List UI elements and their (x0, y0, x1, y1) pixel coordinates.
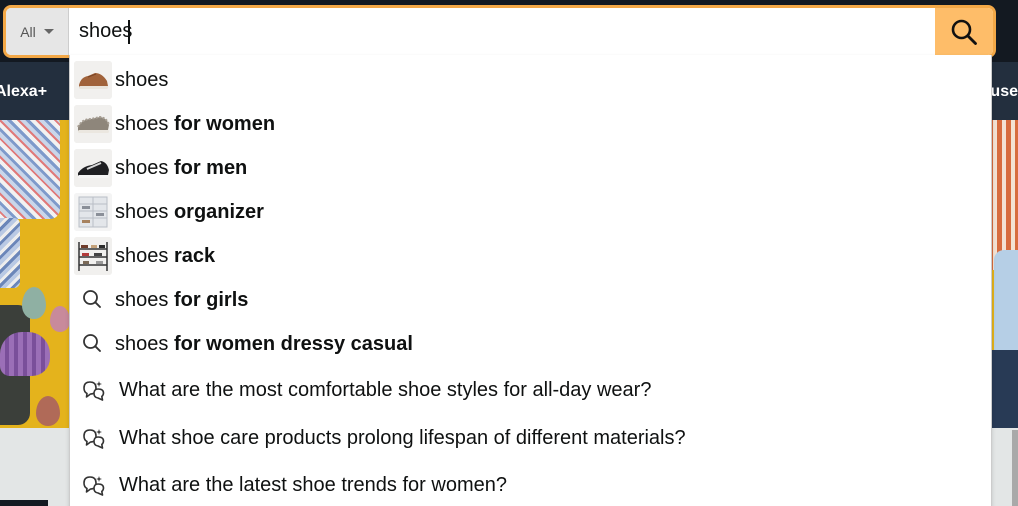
brown-sneaker-thumbnail (74, 61, 112, 99)
suggestion-text: shoes for men (115, 157, 248, 179)
suggestion-item[interactable]: shoes for women dressy casual (70, 322, 991, 366)
search-input[interactable] (79, 8, 931, 55)
suggestion-text: shoes for girls (115, 289, 249, 311)
search-submit-button[interactable] (935, 8, 993, 55)
plaid-fabric-image (0, 218, 20, 288)
text-cursor (128, 20, 130, 44)
content-strip (0, 500, 48, 506)
ai-question-item[interactable]: What are the latest shoe trends for wome… (70, 462, 991, 506)
ai-question-item[interactable]: What are the most comfortable shoe style… (70, 366, 991, 414)
suggestion-item[interactable]: shoes for women (70, 102, 991, 146)
suggestion-item[interactable]: shoes for girls (70, 278, 991, 322)
suggestion-text: shoes for women dressy casual (115, 333, 413, 355)
suggestion-text: shoes rack (115, 245, 216, 267)
search-field (69, 8, 935, 55)
ai-question-text: What are the most comfortable shoe style… (119, 379, 652, 401)
search-icon (82, 333, 102, 353)
ai-chat-icon (82, 474, 106, 496)
nav-item-alexa-plus[interactable]: Alexa+ (0, 82, 47, 102)
search-suggestions: shoes shoes for women shoes for men shoe… (69, 55, 992, 506)
black-sneaker-thumbnail (74, 149, 112, 187)
purple-shoe-image (0, 332, 50, 376)
search-icon (82, 289, 102, 309)
search-icon (951, 19, 977, 45)
ai-question-text: What are the latest shoe trends for wome… (119, 474, 507, 496)
suggestion-text: shoes for women (115, 113, 276, 135)
dark-clothing-image (992, 350, 1018, 428)
department-dropdown[interactable]: All (6, 8, 69, 55)
suggestion-item[interactable]: shoes rack (70, 234, 991, 278)
department-label: All (20, 23, 36, 40)
suggestion-text: shoes (115, 69, 169, 91)
ai-question-item[interactable]: What shoe care products prolong lifespan… (70, 414, 991, 462)
striped-shirt-image (988, 120, 1018, 270)
search-bar: All (3, 5, 996, 58)
content-card-edge (1012, 430, 1018, 506)
suggestion-item[interactable]: shoes organizer (70, 190, 991, 234)
ai-chat-icon (82, 379, 106, 401)
gray-slip-on-thumbnail (74, 105, 112, 143)
easter-egg-image (36, 396, 60, 426)
ai-chat-icon (82, 427, 106, 449)
suggestion-text: shoes organizer (115, 201, 264, 223)
suggestion-item[interactable]: shoes for men (70, 146, 991, 190)
blue-clothing-image (994, 250, 1018, 360)
plaid-shirt-image (0, 120, 60, 219)
easter-egg-image (22, 287, 46, 319)
shoe-organizer-thumbnail (74, 193, 112, 231)
easter-egg-image (50, 306, 70, 332)
shoe-rack-thumbnail (74, 237, 112, 275)
ai-question-text: What shoe care products prolong lifespan… (119, 427, 686, 449)
suggestion-item[interactable]: shoes (70, 58, 991, 102)
nav-item-partial-right[interactable]: use (990, 82, 1018, 102)
caret-down-icon (43, 29, 54, 34)
